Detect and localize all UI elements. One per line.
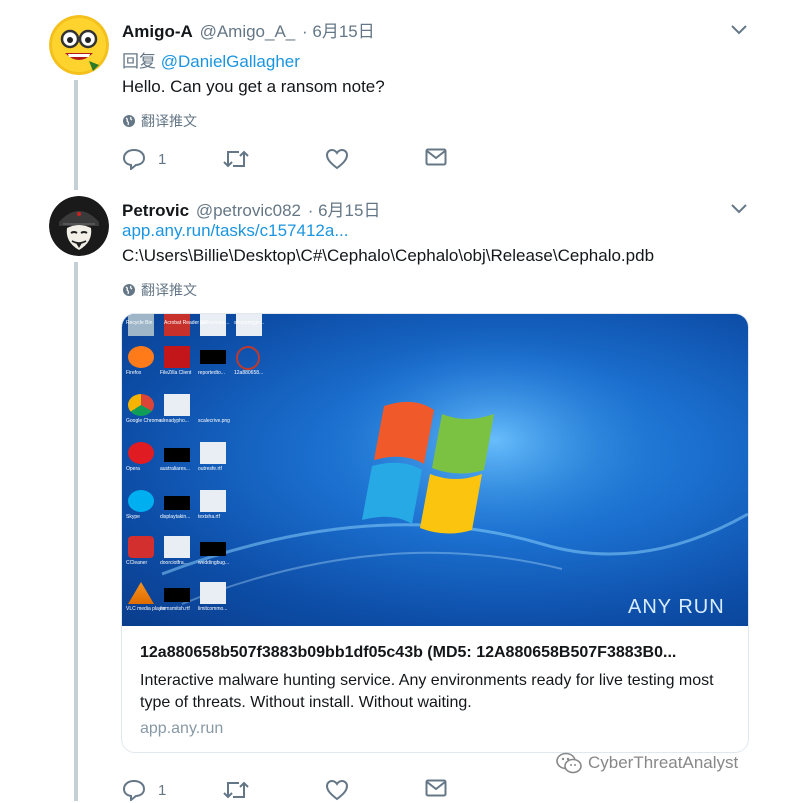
envelope-icon	[425, 779, 447, 797]
chevron-down-icon[interactable]	[730, 203, 748, 215]
tweet-text: Hello. Can you get a ransom note?	[122, 77, 385, 96]
file-icon	[164, 394, 190, 416]
filezilla-icon	[164, 346, 190, 368]
desktop-icon-label: textsha.rtf	[198, 514, 220, 520]
opera-icon	[128, 442, 154, 464]
redacted-icon	[164, 588, 190, 602]
tweet-text: C:\Users\Billie\Desktop\C#\Cephalo\Cepha…	[122, 246, 655, 265]
ccleaner-icon	[128, 536, 154, 558]
chrome-icon	[128, 394, 154, 416]
desktop-icon-label: doorciotfra...	[160, 560, 188, 566]
desktop-icon-label: FileZilla Client	[160, 370, 192, 376]
skype-icon	[128, 490, 154, 512]
envelope-icon	[425, 148, 447, 166]
tweet-link[interactable]: app.any.run/tasks/c157412a...	[122, 221, 349, 241]
desktop-icon-label: weddingbug...	[198, 560, 230, 566]
translate-label: 翻译推文	[141, 113, 197, 129]
avatar[interactable]	[49, 15, 109, 75]
heart-icon	[325, 148, 349, 170]
desktop-icon-label: displaytakin...	[160, 514, 191, 520]
file-icon	[200, 490, 226, 512]
like-button[interactable]	[325, 148, 349, 170]
eye-icon	[236, 346, 260, 370]
translate-label: 翻译推文	[141, 282, 197, 298]
author-handle[interactable]: @petrovic082	[196, 201, 301, 220]
heart-icon	[325, 779, 349, 801]
chevron-down-icon[interactable]	[730, 24, 748, 36]
translate-link[interactable]: 翻译推文	[122, 111, 197, 131]
reply-icon	[122, 779, 146, 801]
reply-prefix: 回复	[122, 52, 156, 71]
retweet-button[interactable]	[223, 148, 249, 170]
file-icon	[164, 536, 190, 558]
translate-link[interactable]: 翻译推文	[122, 280, 197, 300]
desktop-icon-label: itemsmitsh.rtf	[160, 606, 190, 612]
watermark: CyberThreatAnalyst	[556, 752, 738, 774]
card-image: ANY RUN Recycle Bin Acrobat Reader DC pe…	[122, 314, 748, 626]
card-domain: app.any.run	[140, 720, 224, 737]
reply-count: 1	[158, 150, 167, 168]
desktop-icon-label: CCleaner	[126, 560, 148, 566]
retweet-icon	[223, 150, 249, 168]
thread-line	[74, 80, 78, 190]
desktop-icon-label: australiares...	[160, 466, 191, 472]
reply-button[interactable]: 1	[122, 779, 166, 801]
tweet-date[interactable]: · 6月15日	[302, 22, 375, 41]
link-card[interactable]: ANY RUN Recycle Bin Acrobat Reader DC pe…	[121, 313, 749, 753]
card-description: Interactive malware hunting service. Any…	[140, 672, 714, 711]
desktop-icon-label: Skype	[126, 514, 140, 520]
wechat-icon	[556, 752, 582, 774]
desktop-icon-label: outresfe.rtf	[198, 466, 222, 472]
reply-icon	[122, 148, 146, 170]
firefox-icon	[128, 346, 154, 368]
globe-icon	[123, 284, 135, 296]
reply-mention-link[interactable]: @DanielGallagher	[161, 52, 300, 71]
retweet-icon	[223, 781, 249, 799]
author-name[interactable]: Amigo-A	[122, 22, 193, 41]
watermark-text: CyberThreatAnalyst	[588, 753, 739, 772]
desktop-icon-label: scalecrive.png	[198, 418, 230, 424]
desktop-icon-label: Opera	[126, 466, 140, 472]
reply-count: 1	[158, 781, 167, 799]
desktop-icon-label: Firefox	[126, 370, 142, 376]
desktop-icon-label: performanc...	[200, 320, 230, 326]
globe-icon	[123, 115, 135, 127]
file-icon	[200, 442, 226, 464]
avatar[interactable]	[49, 196, 109, 256]
redacted-icon	[200, 350, 226, 364]
tweet-date[interactable]: · 6月15日	[308, 201, 381, 220]
desktop-icon-label: shoppinggo...	[234, 320, 265, 326]
desktop-icon-label: Google Chrome	[126, 418, 162, 424]
direct-message-button[interactable]	[425, 148, 447, 166]
desktop-icon-label: alreadypho...	[160, 418, 189, 424]
desktop-icon-label: limitcommo...	[198, 606, 228, 612]
redacted-icon	[164, 496, 190, 510]
redacted-icon	[200, 542, 226, 556]
like-button[interactable]	[325, 779, 349, 801]
desktop-icon-label: Recycle Bin	[126, 320, 153, 326]
desktop-icon-label: 12a880658...	[234, 370, 264, 376]
card-title: 12a880658b507f3883b09bb1df05c43b (MD5: 1…	[140, 644, 677, 661]
direct-message-button[interactable]	[425, 779, 447, 797]
retweet-button[interactable]	[223, 779, 249, 801]
author-name[interactable]: Petrovic	[122, 201, 189, 220]
thread-line	[74, 262, 78, 801]
file-icon	[200, 582, 226, 604]
redacted-icon	[164, 448, 190, 462]
author-handle[interactable]: @Amigo_A_	[200, 22, 296, 41]
desktop-icon-label: reportedto...	[198, 370, 225, 376]
anyrun-brand: ANY RUN	[628, 596, 725, 618]
reply-button[interactable]: 1	[122, 148, 166, 170]
